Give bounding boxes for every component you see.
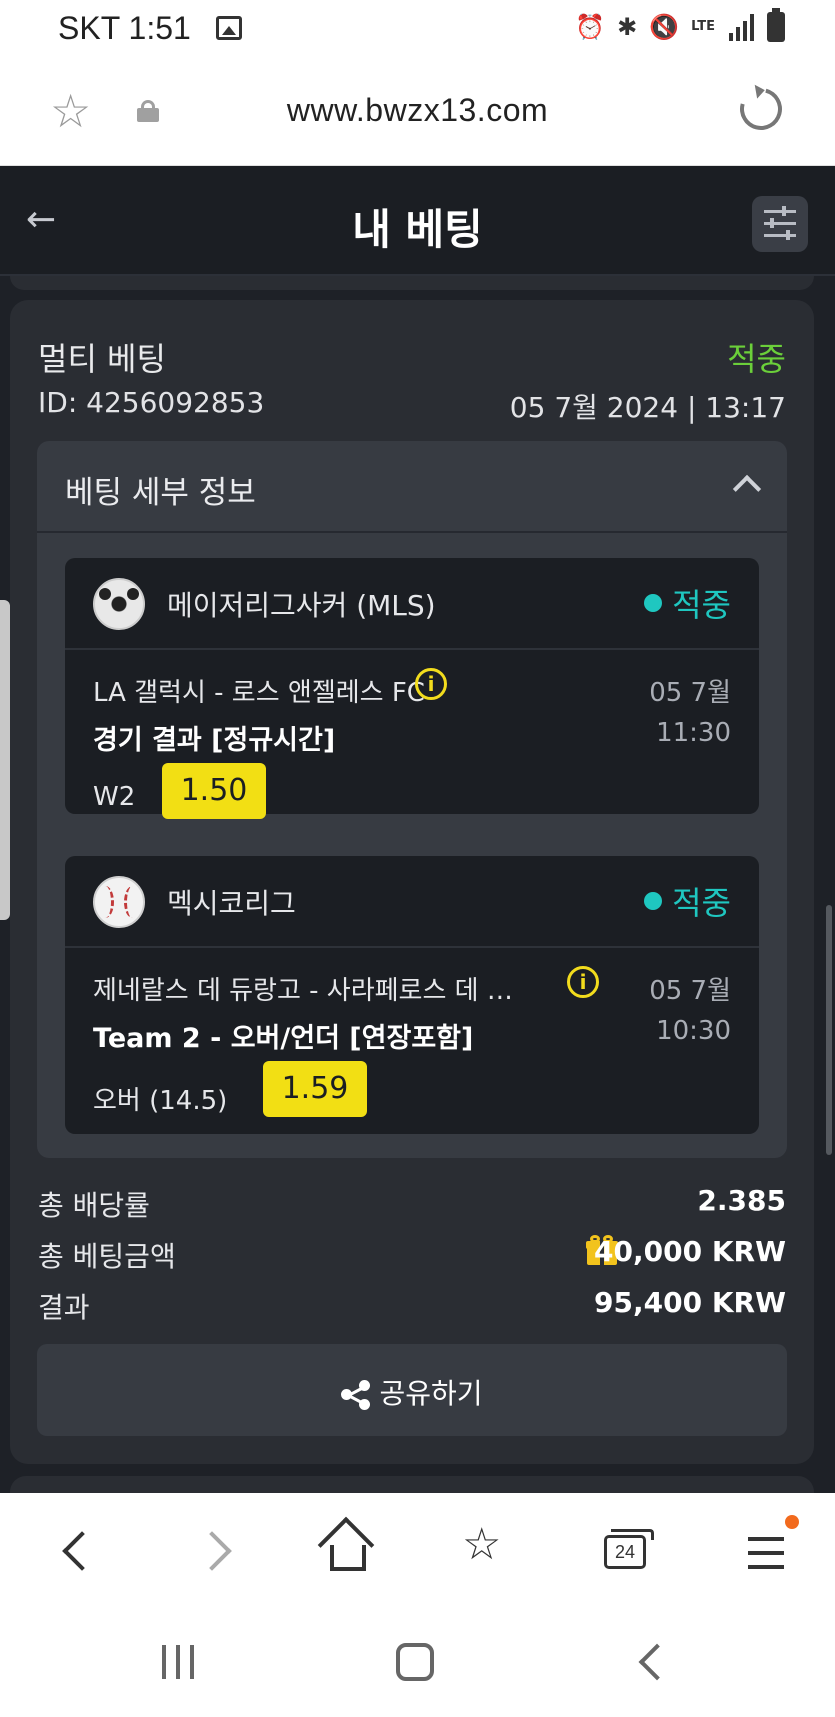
bet-details-panel: 베팅 세부 정보 메이저리그사커 (MLS) 적중 LA 갤럭시 - 로스 앤젤…: [37, 441, 787, 1158]
info-icon[interactable]: i: [415, 668, 447, 700]
share-button-content: 공유하기: [37, 1372, 787, 1412]
system-home-button[interactable]: [396, 1643, 434, 1681]
previous-card-edge: [10, 276, 814, 290]
browser-back-button[interactable]: [50, 1523, 110, 1583]
bookmarks-star-icon: ☆: [462, 1519, 502, 1570]
league-name: 멕시코리그: [167, 887, 296, 920]
event-header: 멕시코리그 적중: [65, 856, 759, 948]
event-date: 05 7월: [649, 678, 731, 708]
event-status-text: 적중: [672, 884, 731, 922]
selection-label: W2: [93, 782, 136, 812]
status-dot-icon: [644, 892, 663, 910]
browser-forward-button[interactable]: [192, 1523, 252, 1583]
total-stake-label: 총 베팅금액: [38, 1240, 176, 1273]
info-icon[interactable]: i: [567, 966, 599, 998]
total-stake-row: 총 베팅금액 40,000 KRW: [38, 1235, 786, 1275]
bluetooth-icon: ✱: [617, 13, 638, 41]
home-button[interactable]: [320, 1523, 380, 1583]
bet-details-title: 베팅 세부 정보: [65, 475, 256, 511]
share-label: 공유하기: [379, 1377, 483, 1410]
status-dot-icon: [644, 594, 663, 612]
bookmarks-button[interactable]: ☆: [460, 1523, 520, 1583]
menu-button[interactable]: [738, 1523, 798, 1583]
event-status-text: 적중: [672, 586, 731, 624]
match-name: 제네랄스 데 듀랑고 - 사라페로스 데 …: [93, 976, 513, 1006]
image-notification-icon: [216, 16, 242, 40]
event-header: 메이저리그사커 (MLS) 적중: [65, 558, 759, 650]
result-row: 결과 95,400 KRW: [38, 1286, 786, 1326]
status-bar: SKT 1:51 ⏰ ✱ 🔇 LTE: [0, 0, 835, 58]
alarm-icon: ⏰: [575, 13, 606, 41]
share-button[interactable]: 공유하기: [37, 1344, 787, 1436]
tabs-icon: 24: [604, 1529, 654, 1569]
total-odds-label: 총 배당률: [38, 1189, 150, 1222]
system-nav-bar: [0, 1605, 835, 1717]
url-text[interactable]: www.bwzx13.com: [0, 92, 835, 129]
market-name: 경기 결과 [정규시간]: [93, 725, 336, 756]
event-time: 10:30: [656, 1016, 731, 1046]
event-card: 메이저리그사커 (MLS) 적중 LA 갤럭시 - 로스 앤젤레스 FC i 0…: [65, 558, 759, 819]
soccer-ball-icon: [93, 578, 145, 630]
page-title: 내 베팅: [352, 205, 483, 254]
selection-label: 오버 (14.5): [93, 1086, 228, 1116]
league-name: 메이저리그사커 (MLS): [167, 589, 436, 622]
bet-id: ID: 4256092853: [38, 386, 265, 419]
filter-button[interactable]: [752, 196, 808, 252]
edge-panel-handle[interactable]: [0, 600, 10, 920]
home-icon: [330, 1545, 366, 1571]
match-name: LA 갤럭시 - 로스 앤젤레스 FC: [93, 678, 425, 708]
lte-icon: LTE: [691, 19, 715, 34]
notification-dot: [785, 1515, 799, 1529]
signal-icon: [727, 13, 755, 41]
status-time: SKT 1:51: [58, 10, 191, 46]
event-status: 적중: [644, 878, 731, 924]
bet-status: 적중: [727, 340, 786, 378]
chevron-left-icon: [62, 1531, 102, 1571]
result-label: 결과: [38, 1291, 90, 1324]
bet-card: 멀티 베팅 적중 ID: 4256092853 05 7월 2024 | 13:…: [10, 300, 814, 1464]
total-odds-value: 2.385: [697, 1184, 786, 1217]
system-back-button[interactable]: [638, 1643, 676, 1681]
bet-type-label: 멀티 베팅: [38, 340, 166, 378]
browser-bottom-nav: ☆ 24: [0, 1493, 835, 1605]
scrollbar[interactable]: [826, 905, 832, 1155]
bet-details-header[interactable]: 베팅 세부 정보: [37, 441, 787, 533]
chevron-up-icon[interactable]: [732, 474, 762, 504]
chevron-right-icon: [192, 1531, 232, 1571]
baseball-icon: [93, 876, 145, 928]
odds-badge: 1.59: [263, 1061, 367, 1117]
tabs-button[interactable]: 24: [596, 1523, 656, 1583]
total-stake-value: 40,000 KRW: [594, 1235, 786, 1268]
status-icons: ⏰ ✱ 🔇 LTE: [575, 8, 785, 42]
bet-datetime: 05 7월 2024 | 13:17: [509, 391, 786, 424]
share-icon: [341, 1380, 371, 1410]
event-status: 적중: [644, 580, 731, 626]
event-time: 11:30: [656, 718, 731, 748]
browser-url-bar: ☆ www.bwzx13.com: [0, 58, 835, 166]
market-name: Team 2 - 오버/언더 [연장포함]: [93, 1023, 474, 1054]
app-header: ← 내 베팅: [0, 166, 835, 276]
result-value: 95,400 KRW: [594, 1286, 786, 1319]
recent-apps-button[interactable]: [162, 1645, 198, 1679]
odds-badge: 1.50: [162, 763, 266, 819]
battery-icon: [767, 8, 785, 42]
total-odds-row: 총 배당률 2.385: [38, 1184, 786, 1224]
event-date: 05 7월: [649, 976, 731, 1006]
event-card: 멕시코리그 적중 제네랄스 데 듀랑고 - 사라페로스 데 … i 05 7월 …: [65, 856, 759, 1134]
reload-icon[interactable]: [732, 80, 790, 138]
mute-icon: 🔇: [649, 13, 680, 41]
